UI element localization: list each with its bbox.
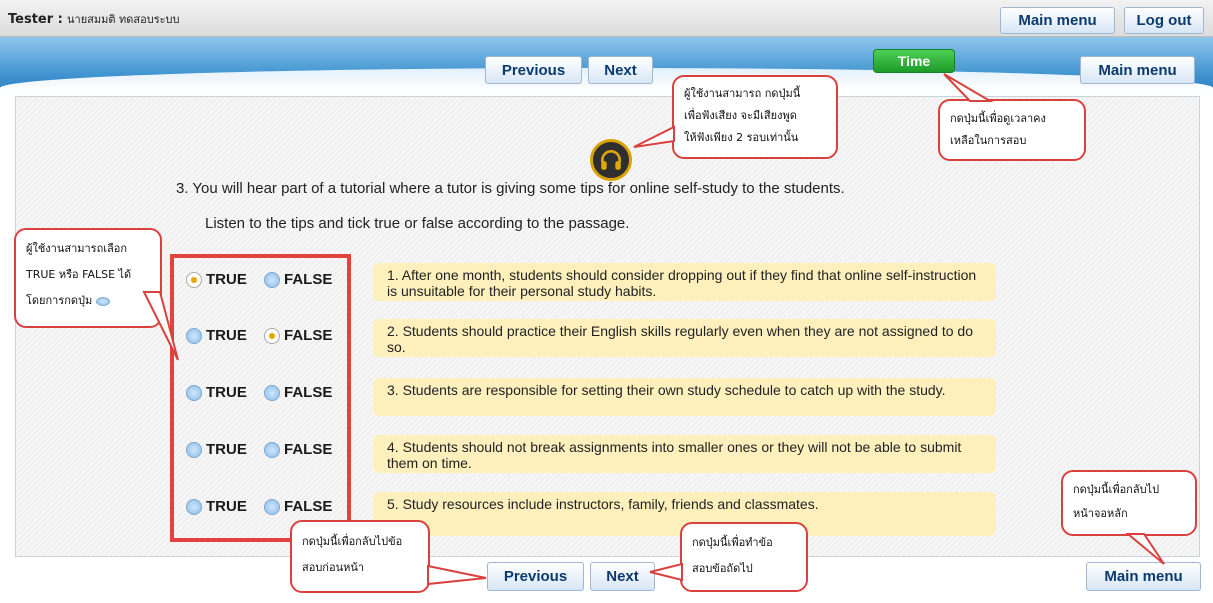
callout-previous: กดปุ่มนี้เพื่อกลับไปข้อ สอบก่อนหน้า	[290, 520, 430, 593]
audio-play-button[interactable]	[590, 139, 632, 181]
q5-false-option[interactable]: FALSE	[264, 498, 332, 515]
callout-time: กดปุ่มนี้เพื่อดูเวลาคง เหลือในการสอบ	[938, 99, 1086, 161]
callout-next: กดปุ่มนี้เพื่อทำข้อ สอบข้อถัดไป	[680, 522, 808, 592]
radio-true-q1[interactable]	[186, 271, 202, 288]
headphones-icon	[601, 150, 621, 170]
q3-false-option[interactable]: FALSE	[264, 384, 332, 401]
callout-select-tail	[142, 291, 179, 361]
callout-time-tail	[943, 73, 994, 102]
q1-false-option[interactable]: FALSE	[264, 271, 332, 288]
nav-next-button[interactable]: Next	[588, 56, 653, 84]
radio-false-q4[interactable]	[264, 441, 280, 458]
callout-next-tail	[649, 562, 683, 582]
callout-main-menu: กดปุ่มนี้เพื่อกลับไป หน้าจอหลัก	[1061, 470, 1197, 536]
q2-false-option[interactable]: FALSE	[264, 327, 332, 344]
radio-false-q5[interactable]	[264, 498, 280, 515]
statement-1: 1. After one month, students should cons…	[373, 263, 996, 301]
logout-button[interactable]: Log out	[1124, 7, 1204, 34]
callout-audio: ผู้ใช้งานสามารถ กดปุ่มนี้ เพื่อฟังเสียง …	[672, 75, 838, 159]
radio-false-q2[interactable]	[264, 327, 280, 344]
radio-true-q4[interactable]	[186, 441, 202, 458]
time-button[interactable]: Time	[873, 49, 955, 73]
tester-name: นายสมมติ ทดสอบระบบ	[67, 13, 180, 26]
top-main-menu-button[interactable]: Main menu	[1000, 7, 1115, 34]
radio-false-q3[interactable]	[264, 384, 280, 401]
radio-false-q1[interactable]	[264, 271, 280, 288]
q4-false-option[interactable]: FALSE	[264, 441, 332, 458]
nav-previous-button[interactable]: Previous	[485, 56, 582, 84]
tester-info: Tester : นายสมมติ ทดสอบระบบ	[8, 10, 180, 28]
question-instruction: 3. You will hear part of a tutorial wher…	[176, 180, 845, 197]
statement-3: 3. Students are responsible for setting …	[373, 378, 996, 416]
statement-4: 4. Students should not break assignments…	[373, 435, 996, 473]
nav-main-menu-button[interactable]: Main menu	[1080, 56, 1195, 84]
callout-main-menu-tail	[1125, 533, 1165, 565]
callout-previous-tail	[427, 564, 487, 586]
statement-2: 2. Students should practice their Englis…	[373, 319, 996, 357]
tester-label: Tester :	[8, 12, 63, 27]
question-subinstruction: Listen to the tips and tick true or fals…	[205, 215, 630, 232]
radio-true-q2[interactable]	[186, 327, 202, 344]
radio-true-q3[interactable]	[186, 384, 202, 401]
footer-previous-button[interactable]: Previous	[487, 562, 584, 591]
top-bar: Tester : นายสมมติ ทดสอบระบบ Main menu Lo…	[0, 0, 1213, 37]
q1-true-option[interactable]: TRUE	[186, 271, 247, 288]
q2-true-option[interactable]: TRUE	[186, 327, 247, 344]
radio-true-q5[interactable]	[186, 498, 202, 515]
q4-true-option[interactable]: TRUE	[186, 441, 247, 458]
q3-true-option[interactable]: TRUE	[186, 384, 247, 401]
callout-audio-tail	[633, 125, 675, 148]
q5-true-option[interactable]: TRUE	[186, 498, 247, 515]
radio-sample-icon	[96, 296, 111, 306]
